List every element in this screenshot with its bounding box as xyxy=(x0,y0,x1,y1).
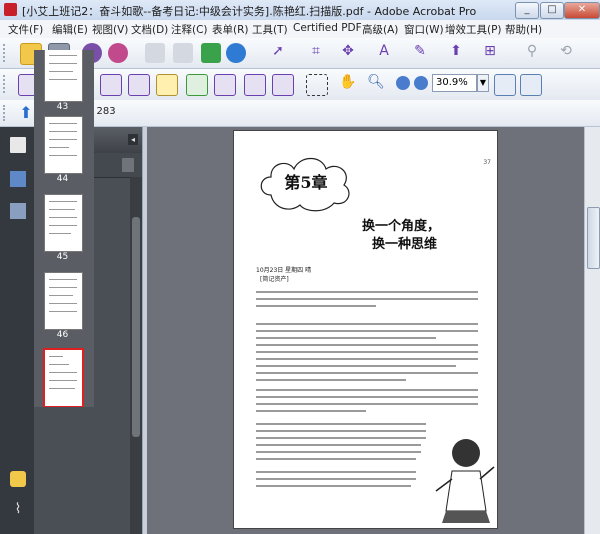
snapshot-icon[interactable]: ⌗ xyxy=(306,43,326,63)
menu-certified-pdf[interactable]: Certified PDF xyxy=(293,22,362,34)
attachment-paperclip-icon[interactable]: ⌇ xyxy=(10,501,26,517)
maximize-button[interactable]: □ xyxy=(540,2,564,19)
thumbnail-label: 45 xyxy=(56,252,69,262)
zoom-in-icon[interactable] xyxy=(414,76,428,90)
menu-forms[interactable]: 表单(R) xyxy=(212,22,249,37)
zoom-dropdown[interactable]: ▼ xyxy=(477,74,489,92)
link-icon[interactable]: ⚲ xyxy=(522,43,542,63)
collapse-panel-button[interactable]: ◂ xyxy=(128,134,138,145)
document-icon[interactable] xyxy=(186,74,208,96)
select-tool-icon[interactable] xyxy=(306,74,328,96)
title-bar: [小艾上班记2：奋斗如歌--备考日记:中级会计实务].陈艳红.扫描版.pdf -… xyxy=(0,0,600,21)
thumbnail-list[interactable]: 43 44 45 46 xyxy=(34,50,94,407)
illustration-figure xyxy=(435,439,495,523)
bookmarks-icon[interactable] xyxy=(10,171,26,187)
page-number: 37 xyxy=(483,159,491,166)
diary-date: 10月23日 星期四 晴 xyxy=(256,267,312,274)
menu-plugins[interactable]: 增效工具(P) xyxy=(445,22,502,37)
comments-icon[interactable] xyxy=(10,471,26,487)
filter-icon[interactable] xyxy=(128,74,150,96)
zoom-out-icon[interactable] xyxy=(396,76,410,90)
chapter-heading-line-2: 换一种思维 xyxy=(372,237,438,252)
thumbnail-scroll-thumb[interactable] xyxy=(132,217,140,437)
thumbnail-scrollbar[interactable] xyxy=(130,177,142,534)
stamp-icon[interactable]: ⬆ xyxy=(446,43,466,63)
menu-advanced[interactable]: 高级(A) xyxy=(362,22,398,37)
menu-help[interactable]: 帮助(H) xyxy=(505,22,542,37)
zoom-input[interactable]: 30.9% xyxy=(432,74,477,92)
page-thumbnail[interactable] xyxy=(44,50,83,102)
document-scrollbar[interactable] xyxy=(584,127,600,534)
chapter-cloud-badge: 第5章 xyxy=(256,151,356,215)
move-icon[interactable]: ✥ xyxy=(338,43,358,63)
document-scroll-thumb[interactable] xyxy=(587,207,600,269)
minimize-button[interactable]: _ xyxy=(515,2,539,19)
upload-icon[interactable] xyxy=(201,43,221,63)
page-icon[interactable] xyxy=(214,74,236,96)
diary-topic: [简记资产] xyxy=(260,276,289,283)
thumbnail-label: 43 xyxy=(56,102,69,112)
chapter-title: 第5章 xyxy=(284,173,328,192)
text-tool-icon[interactable]: A xyxy=(374,43,394,63)
thumbnail-label: 46 xyxy=(56,330,69,340)
menu-comment[interactable]: 注释(C) xyxy=(171,22,208,37)
pdf-page: 37 第5章 换一个角度， 换一种思维 10月23日 星期四 晴 [简记资产] xyxy=(233,130,498,529)
hand-tool-icon[interactable]: ✋ xyxy=(338,74,358,94)
scan-icon[interactable] xyxy=(272,74,294,96)
menu-bar: 文件(F) 编辑(E) 视图(V) 文档(D) 注释(C) 表单(R) 工具(T… xyxy=(0,20,600,39)
page-thumbnail[interactable] xyxy=(44,272,83,330)
web-globe-icon[interactable] xyxy=(226,43,246,63)
window-title: [小艾上班记2：奋斗如歌--备考日记:中级会计实务].陈艳红.扫描版.pdf -… xyxy=(22,5,477,18)
menu-view[interactable]: 视图(V) xyxy=(92,22,128,37)
fit-width-icon[interactable] xyxy=(520,74,542,96)
save-icon[interactable] xyxy=(145,43,165,63)
signatures-icon[interactable] xyxy=(10,203,26,219)
navigation-rail: ⌇ xyxy=(0,127,34,534)
page-thumbnail[interactable] xyxy=(44,116,83,174)
fit-page-icon[interactable] xyxy=(494,74,516,96)
camera-icon[interactable] xyxy=(244,74,266,96)
menu-edit[interactable]: 编辑(E) xyxy=(52,22,88,37)
gear-icon[interactable] xyxy=(100,74,122,96)
menu-window[interactable]: 窗口(W) xyxy=(404,22,444,37)
close-button[interactable]: ✕ xyxy=(564,2,600,19)
pointer-icon[interactable]: ➚ xyxy=(268,43,288,63)
page-thumbnail[interactable] xyxy=(44,194,83,252)
toolbar-grip[interactable] xyxy=(3,44,9,62)
crop-icon[interactable]: ⊞ xyxy=(480,43,500,63)
attach-icon[interactable]: ⟲ xyxy=(556,43,576,63)
document-viewport[interactable]: 37 第5章 换一个角度， 换一种思维 10月23日 星期四 晴 [简记资产] xyxy=(147,127,584,534)
page-thumbnail-selected[interactable] xyxy=(43,348,84,407)
export-icon[interactable] xyxy=(173,43,193,63)
chapter-heading-line-1: 换一个角度， xyxy=(362,219,441,234)
menu-tools[interactable]: 工具(T) xyxy=(252,22,288,37)
zoom-tool-icon[interactable]: 🔍︎ xyxy=(366,74,386,94)
pen-icon[interactable]: ✎ xyxy=(410,43,430,63)
menu-file[interactable]: 文件(F) xyxy=(8,22,43,37)
pages-panel-icon[interactable] xyxy=(10,137,26,153)
previous-page-icon[interactable]: ⬆ xyxy=(16,103,36,123)
thumbnail-label: 44 xyxy=(56,174,69,184)
menu-document[interactable]: 文档(D) xyxy=(131,22,168,37)
toolbar-grip-2[interactable] xyxy=(3,75,9,93)
nav-grip[interactable] xyxy=(3,105,9,121)
note-icon[interactable] xyxy=(156,74,178,96)
acrobat-app-icon[interactable] xyxy=(4,3,17,16)
trash-icon[interactable] xyxy=(122,158,134,172)
settings-icon[interactable] xyxy=(108,43,128,63)
